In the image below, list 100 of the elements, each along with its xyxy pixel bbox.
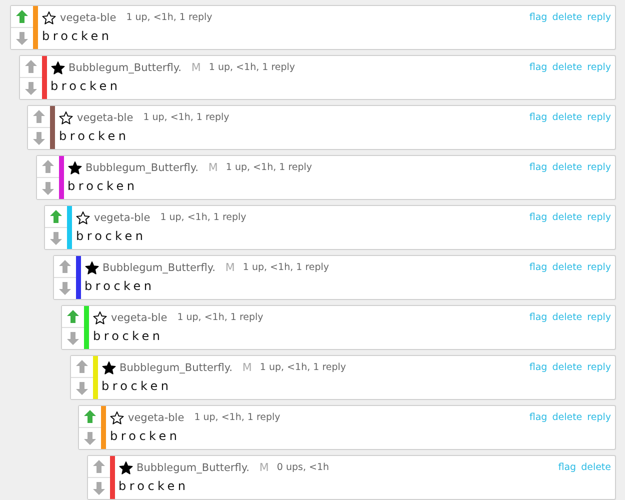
action-link[interactable]: delete: [552, 62, 582, 73]
username-link[interactable]: Bubblegum_Butterfly.: [102, 262, 216, 274]
up-arrow-icon: [76, 360, 88, 373]
username-link[interactable]: vegeta-ble: [94, 212, 150, 224]
username-link[interactable]: Bubblegum_Butterfly.: [86, 162, 198, 174]
action-link[interactable]: flag: [529, 12, 548, 23]
downvote-button[interactable]: [62, 327, 84, 349]
action-link[interactable]: reply: [587, 262, 611, 273]
action-link[interactable]: delete: [552, 362, 582, 373]
username-link[interactable]: vegeta-ble: [77, 112, 134, 124]
downvote-button[interactable]: [20, 77, 42, 99]
star-icon[interactable]: [93, 310, 107, 324]
action-link[interactable]: delete: [552, 312, 582, 323]
action-link[interactable]: delete: [552, 212, 582, 223]
downvote-button[interactable]: [70, 377, 92, 399]
mod-label: M: [242, 361, 252, 374]
comment-text: brocken: [118, 479, 190, 493]
star-icon[interactable]: [102, 360, 116, 374]
username-link[interactable]: Bubblegum_Butterfly.: [120, 362, 232, 374]
mod-label: M: [225, 261, 235, 274]
action-link[interactable]: reply: [587, 312, 611, 323]
comment-meta: 0 ups, <1h: [276, 462, 330, 473]
mod-label: M: [208, 161, 218, 174]
star-icon[interactable]: [110, 410, 124, 424]
comment-text: brocken: [110, 429, 182, 443]
comment-meta: 1 up, <1h, 1 reply: [208, 62, 296, 73]
action-link[interactable]: flag: [529, 212, 548, 223]
action-link[interactable]: delete: [552, 112, 582, 123]
up-arrow-icon: [33, 110, 45, 123]
action-link[interactable]: flag: [529, 362, 548, 373]
comment-text: brocken: [84, 279, 156, 293]
down-arrow-icon: [42, 182, 54, 195]
action-link[interactable]: flag: [529, 62, 548, 73]
comment-text: brocken: [59, 129, 130, 143]
mod-label: M: [259, 461, 269, 474]
down-arrow-icon: [58, 282, 70, 295]
action-link[interactable]: flag: [558, 462, 576, 473]
star-icon[interactable]: [84, 260, 98, 274]
star-icon[interactable]: [50, 60, 64, 74]
comment-meta: 1 up, <1h, 1 reply: [194, 412, 280, 423]
downvote-button[interactable]: [54, 277, 76, 299]
downvote-button[interactable]: [11, 27, 33, 49]
username-link[interactable]: Bubblegum_Butterfly.: [68, 62, 182, 74]
down-arrow-icon: [33, 132, 45, 145]
action-link[interactable]: delete: [552, 12, 582, 23]
up-arrow-icon: [24, 60, 36, 73]
down-arrow-icon: [76, 382, 88, 395]
up-arrow-icon: [58, 260, 70, 273]
comment-meta: 1 up, <1h, 1 reply: [160, 212, 246, 223]
action-link[interactable]: flag: [529, 412, 548, 423]
comment-text: brocken: [50, 79, 122, 93]
action-link[interactable]: flag: [529, 162, 548, 173]
star-icon[interactable]: [68, 160, 82, 174]
action-link[interactable]: delete: [581, 462, 611, 473]
comment-text: brocken: [68, 179, 139, 193]
action-link[interactable]: flag: [529, 112, 548, 123]
action-link[interactable]: reply: [587, 62, 611, 73]
star-icon[interactable]: [118, 460, 132, 474]
down-arrow-icon: [92, 482, 104, 495]
up-arrow-icon: [50, 210, 62, 223]
username-link[interactable]: vegeta-ble: [60, 12, 116, 24]
comment-text: brocken: [76, 229, 148, 243]
downvote-button[interactable]: [36, 177, 58, 199]
up-arrow-icon: [67, 310, 79, 323]
action-link[interactable]: reply: [587, 162, 611, 173]
down-arrow-icon: [84, 432, 96, 445]
star-icon[interactable]: [42, 10, 56, 24]
action-link[interactable]: reply: [587, 12, 611, 23]
action-link[interactable]: delete: [552, 412, 582, 423]
comment-meta: 1 up, <1h, 1 reply: [260, 362, 346, 373]
downvote-button[interactable]: [45, 227, 67, 249]
mod-label: M: [191, 61, 201, 74]
star-icon[interactable]: [76, 210, 90, 224]
up-arrow-icon: [92, 460, 104, 473]
down-arrow-icon: [24, 82, 36, 95]
action-link[interactable]: reply: [587, 212, 611, 223]
comment-meta: 1 up, <1h, 1 reply: [143, 112, 230, 123]
action-link[interactable]: flag: [529, 312, 548, 323]
action-link[interactable]: reply: [587, 112, 611, 123]
action-link[interactable]: reply: [587, 412, 611, 423]
downvote-button[interactable]: [88, 477, 110, 499]
star-icon[interactable]: [59, 110, 73, 124]
comment-text: brocken: [102, 379, 173, 393]
comment-text: brocken: [42, 29, 114, 43]
comment-meta: 1 up, <1h, 1 reply: [226, 162, 312, 173]
action-link[interactable]: delete: [552, 162, 582, 173]
down-arrow-icon: [67, 332, 79, 345]
downvote-button[interactable]: [28, 127, 50, 149]
action-link[interactable]: flag: [529, 262, 548, 273]
up-arrow-icon: [84, 410, 96, 423]
username-link[interactable]: vegeta-ble: [111, 312, 168, 324]
action-link[interactable]: reply: [587, 362, 611, 373]
username-link[interactable]: Bubblegum_Butterfly.: [136, 462, 250, 474]
comment-meta: 1 up, <1h, 1 reply: [126, 12, 212, 23]
downvote-button[interactable]: [79, 427, 101, 449]
comment-meta: 1 up, <1h, 1 reply: [177, 312, 264, 323]
down-arrow-icon: [50, 232, 62, 245]
username-link[interactable]: vegeta-ble: [128, 412, 184, 424]
up-arrow-icon: [42, 160, 54, 173]
action-link[interactable]: delete: [552, 262, 582, 273]
